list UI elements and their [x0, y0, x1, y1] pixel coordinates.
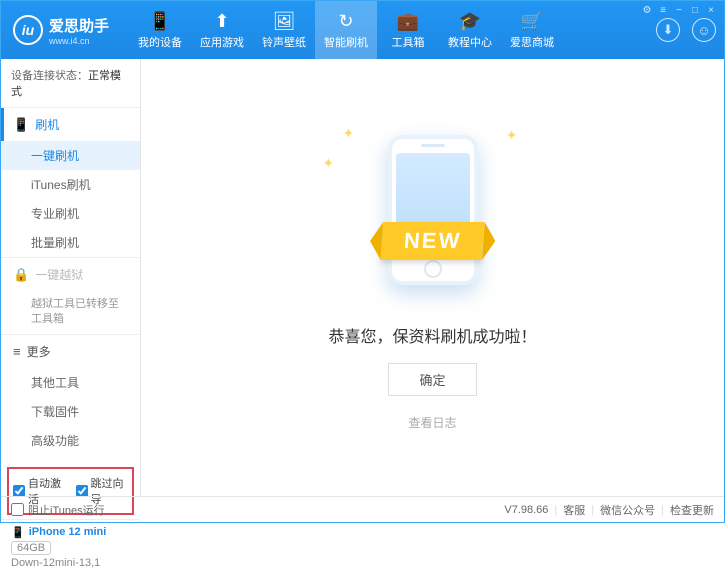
device-model: Down-12mini-13,1 [11, 557, 130, 569]
customer-service-link[interactable]: 客服 [563, 502, 585, 518]
sb-item-other-tools[interactable]: 其他工具 [1, 368, 140, 397]
sidebar: 设备连接状态：正常模式 📱刷机 一键刷机 iTunes刷机 专业刷机 批量刷机 … [1, 59, 141, 496]
header: ⚙ ≡ − □ × iu 爱思助手 www.i4.cn 📱我的设备 ⬆应用游戏 … [1, 1, 724, 59]
tab-ringtones[interactable]: 🖼铃声壁纸 [253, 1, 315, 59]
nav-tabs: 📱我的设备 ⬆应用游戏 🖼铃声壁纸 ↻智能刷机 💼工具箱 🎓教程中心 🛒爱思商城 [129, 1, 563, 59]
tab-smart-flash[interactable]: ↻智能刷机 [315, 1, 377, 59]
tab-toolbox[interactable]: 💼工具箱 [377, 1, 439, 59]
checkbox-skip-guide-input[interactable] [76, 485, 88, 497]
refresh-icon: ↻ [338, 11, 353, 31]
download-icon[interactable]: ⬇ [656, 18, 680, 42]
view-logs-link[interactable]: 查看日志 [408, 414, 456, 431]
store-icon: 🛒 [521, 11, 543, 31]
success-message: 恭喜您，保资料刷机成功啦！ [328, 323, 536, 347]
sparkle-icon: ✦ [343, 125, 355, 142]
app-url: www.i4.cn [49, 36, 109, 46]
tab-apps-games[interactable]: ⬆应用游戏 [191, 1, 253, 59]
apps-icon: ⬆ [214, 11, 229, 31]
body: 设备连接状态：正常模式 📱刷机 一键刷机 iTunes刷机 专业刷机 批量刷机 … [1, 59, 724, 496]
confirm-button[interactable]: 确定 [388, 363, 476, 396]
sb-item-oneclick[interactable]: 一键刷机 [1, 141, 140, 170]
sb-group-jailbreak: 🔒一键越狱 越狱工具已转移至 工具箱 [1, 257, 140, 334]
list-icon: ≡ [13, 344, 21, 359]
tab-tutorials[interactable]: 🎓教程中心 [439, 1, 501, 59]
minimize-icon[interactable]: − [672, 4, 686, 16]
sb-item-batch[interactable]: 批量刷机 [1, 228, 140, 257]
logo: iu 爱思助手 www.i4.cn [13, 15, 109, 46]
phone-illustration [388, 135, 478, 285]
wallpaper-icon: 🖼 [273, 11, 296, 31]
footer: 阻止iTunes运行 V7.98.66 | 客服 | 微信公众号 | 检查更新 [1, 496, 724, 522]
device-status-label: 设备连接状态： [11, 70, 88, 82]
tutorial-icon: 🎓 [459, 11, 481, 31]
success-illustration: ✦ ✦ ✦ NEW [323, 125, 543, 295]
sb-header-more[interactable]: ≡更多 [1, 335, 140, 368]
titlebar-controls: ⚙ ≡ − □ × [640, 4, 718, 16]
new-ribbon: NEW [380, 222, 484, 260]
main-content: ✦ ✦ ✦ NEW 恭喜您，保资料刷机成功啦！ 确定 查看日志 [141, 59, 724, 496]
version-label: V7.98.66 [504, 504, 548, 516]
checkbox-auto-activate-input[interactable] [13, 485, 25, 497]
app-title: 爱思助手 [49, 15, 109, 36]
sb-header-jailbreak[interactable]: 🔒一键越狱 [1, 258, 140, 291]
sb-jailbreak-note: 越狱工具已转移至 工具箱 [1, 291, 140, 334]
tab-store[interactable]: 🛒爱思商城 [501, 1, 563, 59]
sb-header-flash[interactable]: 📱刷机 [1, 108, 140, 141]
device-info: 📱iPhone 12 mini 64GB Down-12mini-13,1 [1, 519, 140, 575]
settings-icon[interactable]: ⚙ [640, 4, 654, 16]
sparkle-icon: ✦ [323, 155, 335, 172]
sb-item-download-firmware[interactable]: 下载固件 [1, 397, 140, 426]
sb-item-itunes[interactable]: iTunes刷机 [1, 170, 140, 199]
checkbox-block-itunes-input[interactable] [11, 503, 24, 516]
device-status: 设备连接状态：正常模式 [1, 59, 140, 107]
sb-group-more: ≡更多 其他工具 下载固件 高级功能 [1, 334, 140, 455]
sb-item-advanced[interactable]: 高级功能 [1, 426, 140, 455]
profile-icon[interactable]: ☺ [692, 18, 716, 42]
close-icon[interactable]: × [704, 4, 718, 16]
toolbox-icon: 💼 [397, 11, 419, 31]
sb-item-pro[interactable]: 专业刷机 [1, 199, 140, 228]
device-name[interactable]: 📱iPhone 12 mini [11, 526, 130, 539]
logo-icon: iu [13, 15, 43, 45]
menu-icon[interactable]: ≡ [656, 4, 670, 16]
checkbox-block-itunes[interactable]: 阻止iTunes运行 [11, 502, 105, 518]
phone-icon: 📱 [149, 11, 171, 31]
header-right: ⬇ ☺ [656, 18, 716, 42]
phone-icon: 📱 [13, 117, 29, 133]
wechat-link[interactable]: 微信公众号 [600, 502, 655, 518]
tab-my-device[interactable]: 📱我的设备 [129, 1, 191, 59]
device-storage: 64GB [11, 541, 51, 555]
sb-group-flash: 📱刷机 一键刷机 iTunes刷机 专业刷机 批量刷机 [1, 107, 140, 257]
check-update-link[interactable]: 检查更新 [670, 502, 714, 518]
sparkle-icon: ✦ [506, 127, 518, 144]
lock-icon: 🔒 [13, 267, 29, 283]
phone-icon: 📱 [11, 526, 25, 539]
app-window: ⚙ ≡ − □ × iu 爱思助手 www.i4.cn 📱我的设备 ⬆应用游戏 … [0, 0, 725, 523]
maximize-icon[interactable]: □ [688, 4, 702, 16]
